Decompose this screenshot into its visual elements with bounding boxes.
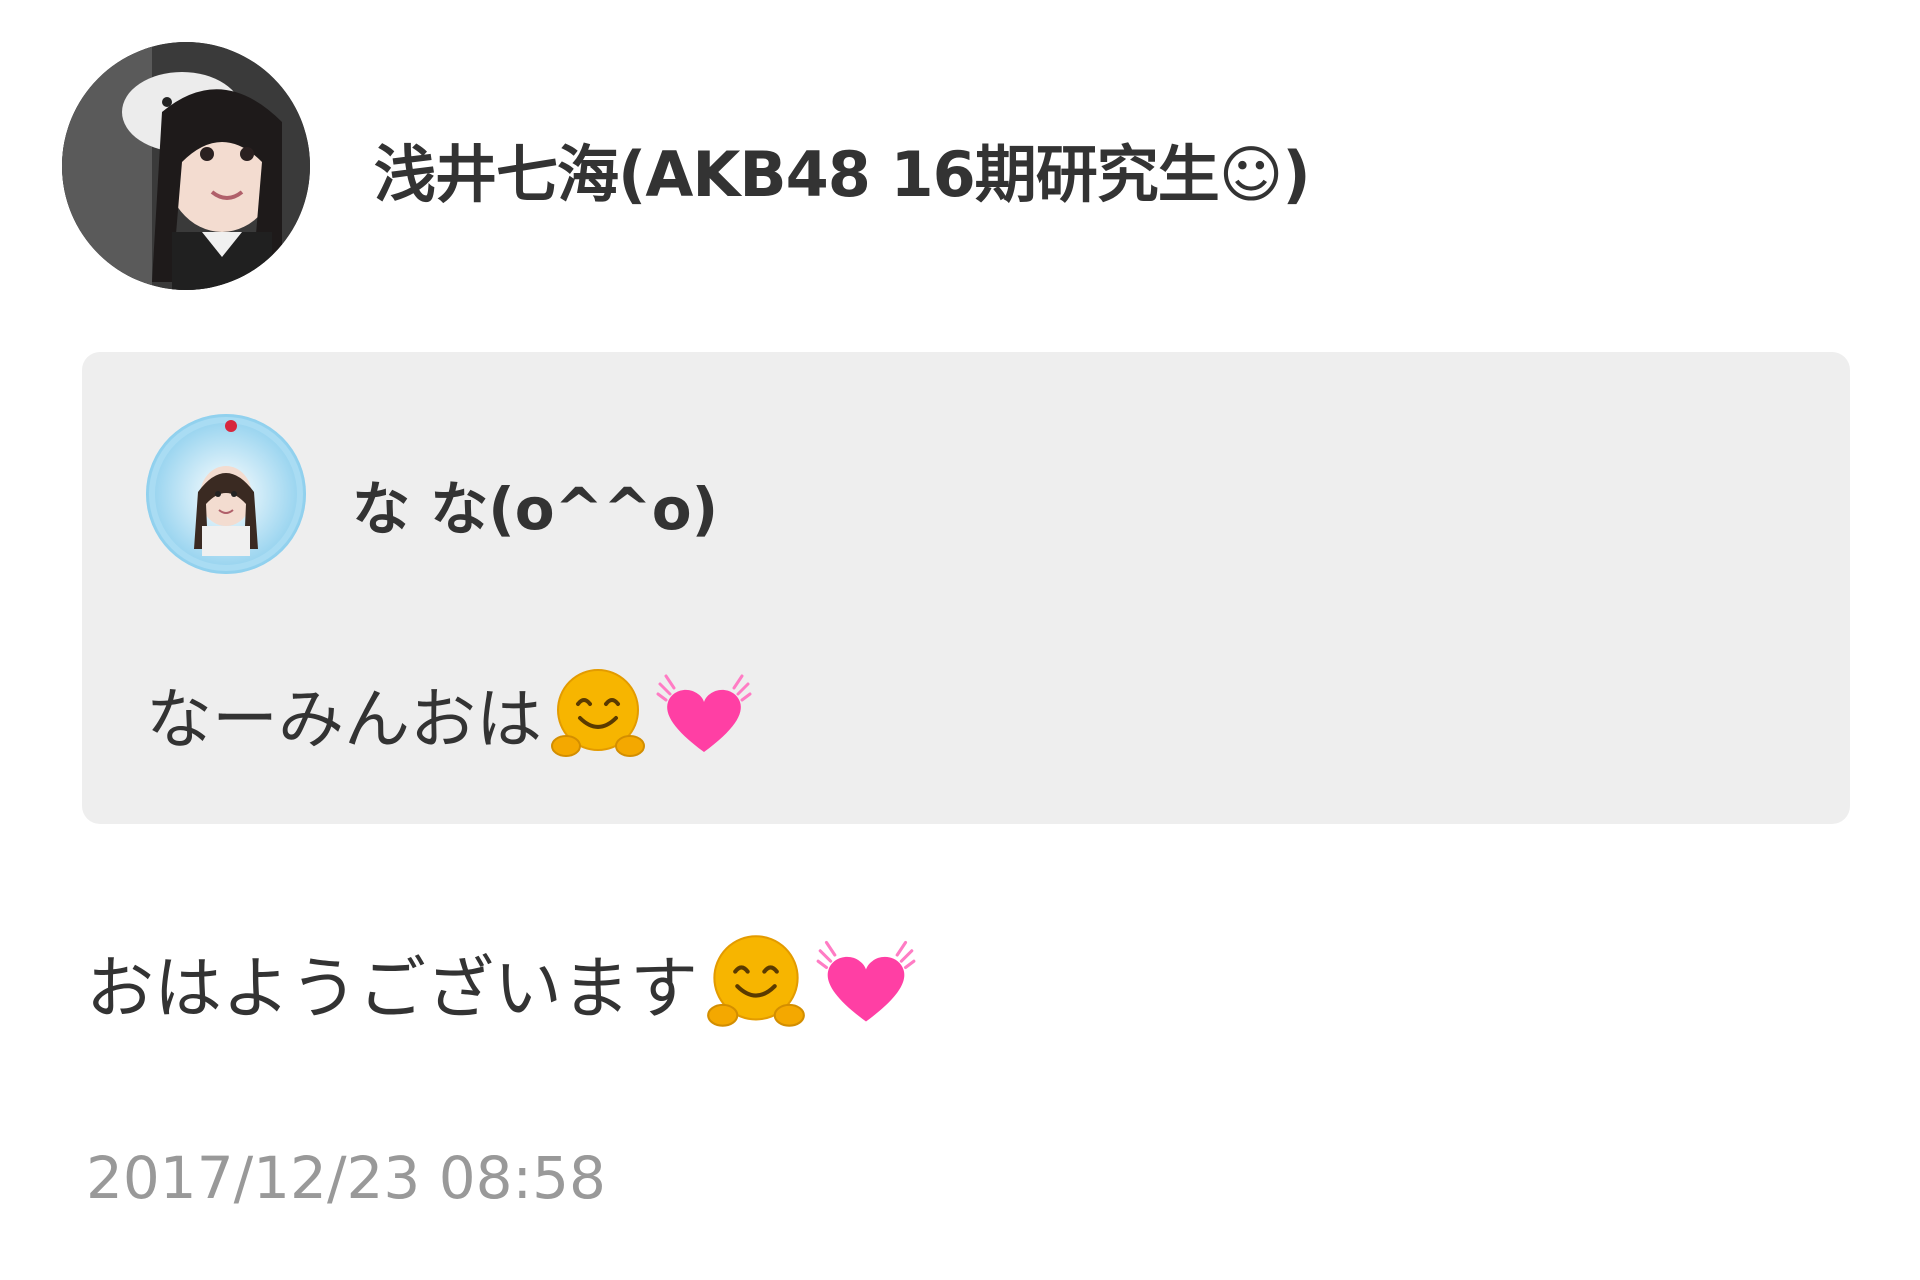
- beating-heart-emoji-icon: [814, 930, 918, 1034]
- quoted-message: なーみんおは: [146, 664, 754, 764]
- post-page: 浅井七海(AKB48 16期研究生☺) な な(o^^o) なーみんおは おはよ…: [0, 0, 1920, 1280]
- quoted-user-avatar[interactable]: [146, 414, 306, 574]
- quoted-message-text: なーみんおは: [146, 681, 542, 758]
- author-avatar[interactable]: [62, 42, 310, 290]
- quoted-user-name[interactable]: な な(o^^o): [352, 462, 718, 546]
- hugging-face-emoji-icon: [548, 664, 648, 764]
- author-name[interactable]: 浅井七海(AKB48 16期研究生☺): [374, 124, 1311, 214]
- hugging-face-emoji-icon: [704, 930, 808, 1034]
- beating-heart-emoji-icon: [654, 664, 754, 764]
- post-message-text: おはようございます: [86, 949, 699, 1029]
- quoted-reply-card[interactable]: な な(o^^o) なーみんおは: [82, 352, 1850, 824]
- post-timestamp: 2017/12/23 08:58: [86, 1144, 606, 1212]
- post-message: おはようございます: [86, 930, 918, 1034]
